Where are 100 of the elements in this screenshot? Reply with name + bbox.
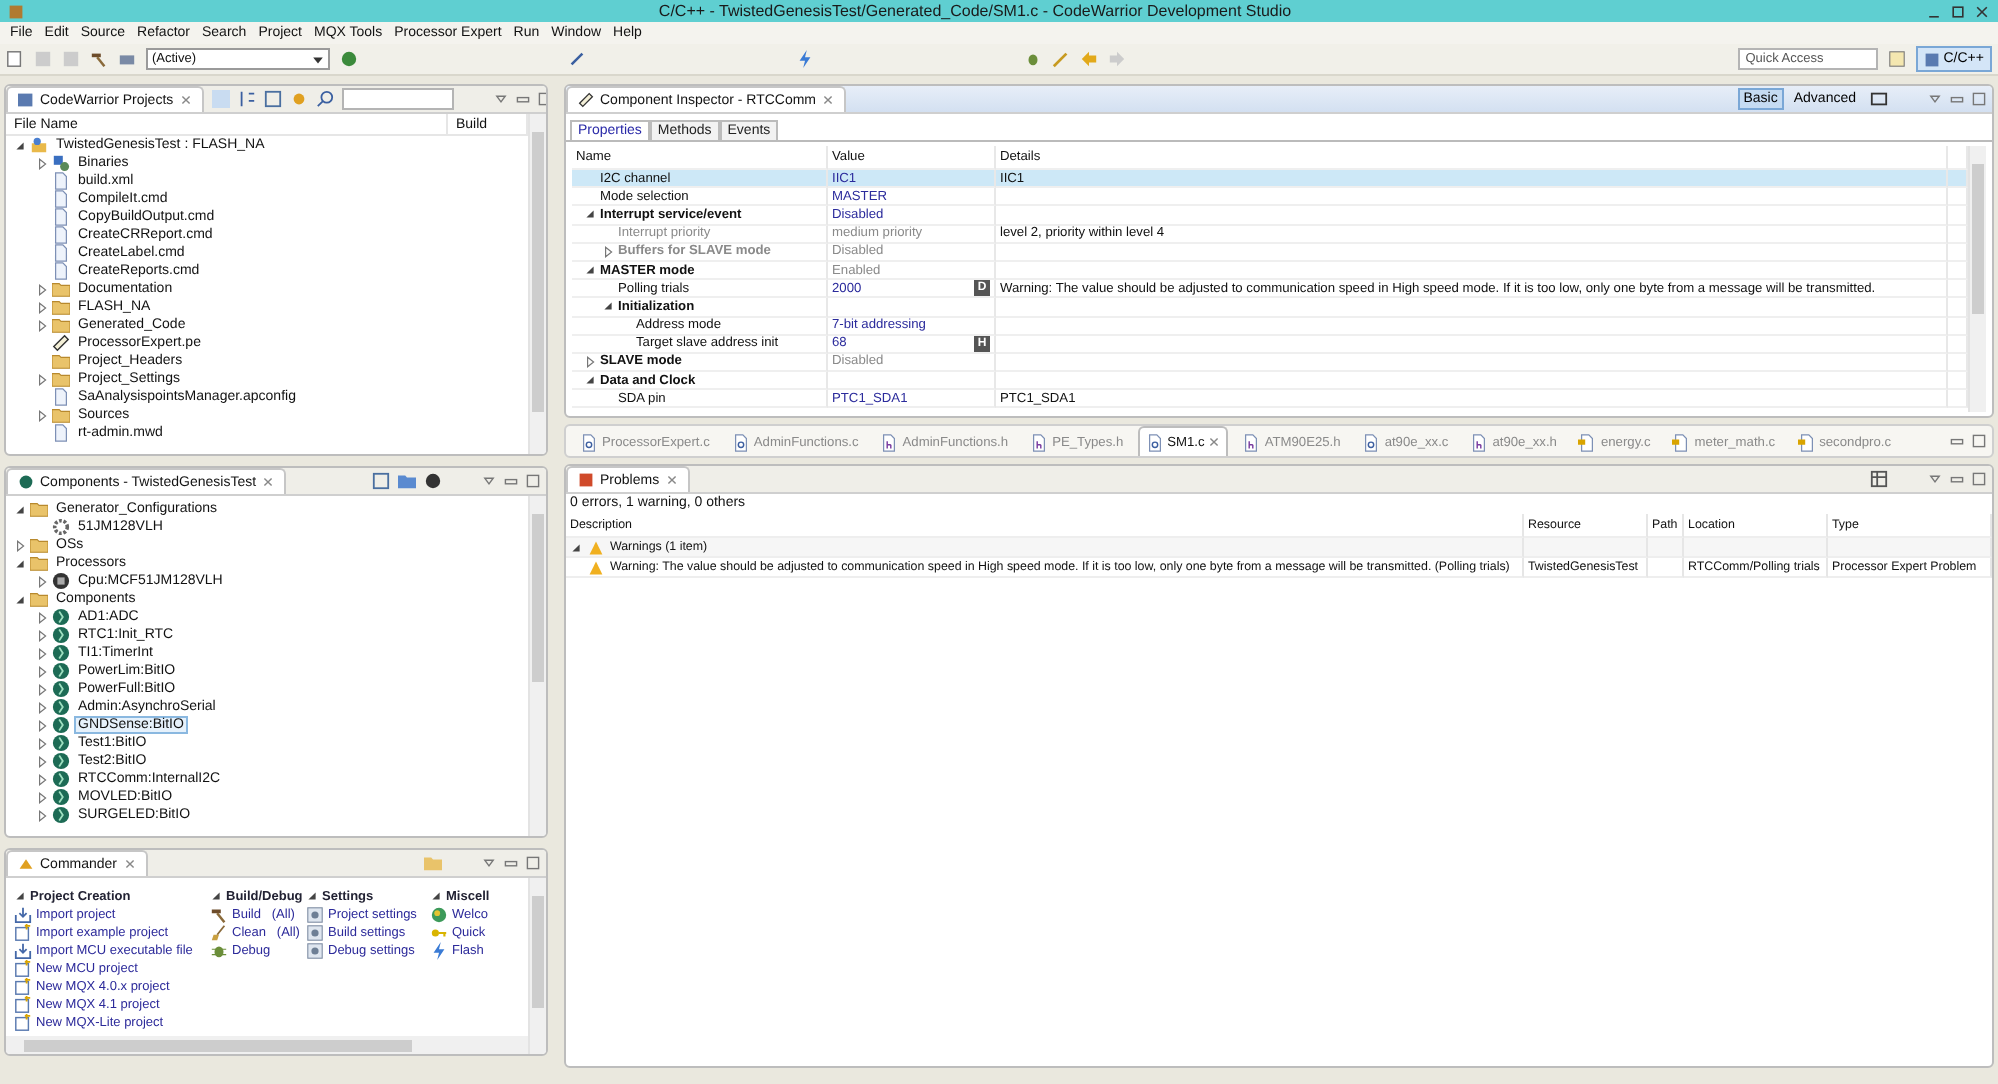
table-cell	[1948, 298, 1968, 317]
view-menu-icon[interactable]	[482, 474, 496, 488]
scrollbar[interactable]	[1968, 146, 1986, 412]
maximize-icon[interactable]	[526, 474, 540, 488]
new-file-icon	[14, 960, 32, 978]
wand-icon[interactable]	[1052, 50, 1071, 68]
table-icon[interactable]	[1870, 470, 1888, 488]
expand-arrow-icon[interactable]	[36, 809, 48, 821]
close-icon[interactable]	[822, 94, 835, 106]
projects-icon	[18, 92, 34, 108]
expand-arrow-icon[interactable]	[36, 773, 48, 785]
pin-icon[interactable]	[568, 50, 587, 68]
new-file-icon	[14, 978, 32, 996]
tray-icon	[14, 906, 32, 924]
scrollbar[interactable]	[528, 496, 546, 836]
view-menu-icon[interactable]	[482, 856, 496, 870]
maximize-icon[interactable]	[1972, 92, 1986, 106]
settings-icon	[306, 942, 324, 960]
expand-arrow-icon[interactable]	[584, 355, 596, 368]
collapse-arrow-icon[interactable]	[14, 503, 26, 515]
expand-arrow-icon[interactable]	[36, 283, 48, 295]
bean-icon	[52, 644, 70, 662]
sort-icon[interactable]	[237, 90, 256, 108]
table-cell	[1648, 538, 1684, 558]
search-icon[interactable]	[315, 90, 334, 108]
close-icon[interactable]	[262, 476, 275, 488]
restore-window-icon[interactable]	[1950, 3, 1966, 19]
view-menu-icon[interactable]	[1928, 92, 1942, 106]
expand-arrow-icon[interactable]	[36, 791, 48, 803]
close-icon[interactable]	[1208, 436, 1221, 448]
lightning-icon[interactable]	[796, 50, 815, 68]
new-file-icon	[14, 924, 32, 942]
close-icon[interactable]	[123, 858, 136, 870]
lightning-icon	[430, 942, 448, 960]
scrollbar[interactable]	[528, 878, 546, 1054]
expand-arrow-icon[interactable]	[36, 647, 48, 659]
filter-field[interactable]	[341, 88, 454, 110]
window-icon[interactable]	[1870, 90, 1888, 108]
expand-arrow-icon[interactable]	[36, 373, 48, 385]
collapse-arrow-icon[interactable]	[584, 264, 596, 277]
close-window-icon[interactable]	[1974, 3, 1990, 19]
ruler-icon	[52, 334, 70, 352]
collapse-arrow-icon[interactable]	[602, 300, 614, 313]
maximize-icon[interactable]	[1972, 472, 1986, 486]
collapse-arrow-icon[interactable]	[306, 890, 318, 902]
collapse-all-icon[interactable]	[372, 472, 390, 490]
expand-arrow-icon[interactable]	[36, 157, 48, 169]
minimize-icon[interactable]	[1950, 472, 1964, 486]
bean-icon	[52, 770, 70, 788]
horizontal-scrollbar[interactable]	[6, 1036, 528, 1054]
minimize-icon[interactable]	[504, 856, 518, 870]
chip-icon[interactable]	[424, 472, 442, 490]
expand-arrow-icon[interactable]	[36, 629, 48, 641]
expand-arrow-icon[interactable]	[36, 719, 48, 731]
new-file-icon[interactable]	[6, 50, 24, 68]
maximize-icon[interactable]	[1972, 434, 1986, 448]
collapse-arrow-icon[interactable]	[14, 139, 26, 151]
expand-arrow-icon[interactable]	[36, 409, 48, 421]
tray-icon	[14, 942, 32, 960]
open-perspective-icon[interactable]	[1887, 50, 1906, 68]
hammer-icon[interactable]	[90, 50, 108, 68]
caret-icon	[312, 53, 324, 65]
collapse-all-icon[interactable]	[263, 90, 282, 108]
expand-arrow-icon[interactable]	[36, 319, 48, 331]
view-menu-icon[interactable]	[493, 92, 508, 106]
expand-arrow-icon[interactable]	[36, 755, 48, 767]
expand-arrow-icon[interactable]	[36, 575, 48, 587]
expand-arrow-icon[interactable]	[36, 665, 48, 677]
collapse-arrow-icon[interactable]	[14, 890, 26, 902]
view-menu-icon[interactable]	[1928, 472, 1942, 486]
minimize-icon[interactable]	[515, 92, 530, 106]
collapse-arrow-icon[interactable]	[570, 541, 582, 553]
printer-icon[interactable]	[118, 50, 136, 68]
table-cell	[1948, 206, 1968, 226]
collapse-arrow-icon[interactable]	[584, 208, 596, 221]
key-icon	[430, 924, 448, 942]
collapse-arrow-icon[interactable]	[14, 593, 26, 605]
h-file-icon	[1030, 433, 1049, 451]
folder-icon[interactable]	[398, 472, 416, 490]
bug-icon[interactable]	[1024, 50, 1043, 68]
expand-arrow-icon[interactable]	[36, 701, 48, 713]
bean-icon	[52, 662, 70, 680]
minimize-icon[interactable]	[1950, 92, 1964, 106]
bean-icon	[52, 626, 70, 644]
expand-arrow-icon[interactable]	[36, 737, 48, 749]
expand-arrow-icon[interactable]	[14, 539, 26, 551]
close-icon[interactable]	[665, 474, 678, 486]
expand-arrow-icon[interactable]	[36, 611, 48, 623]
collapse-arrow-icon[interactable]	[430, 890, 442, 902]
minimize-icon[interactable]	[1950, 434, 1964, 448]
minimize-icon[interactable]	[504, 474, 518, 488]
expand-arrow-icon[interactable]	[36, 301, 48, 313]
close-icon[interactable]	[179, 94, 192, 106]
collapse-arrow-icon[interactable]	[14, 557, 26, 569]
collapse-arrow-icon[interactable]	[584, 374, 596, 387]
expand-arrow-icon[interactable]	[36, 683, 48, 695]
maximize-icon[interactable]	[526, 856, 540, 870]
build-target-icon[interactable]	[340, 50, 358, 68]
scrollbar[interactable]	[528, 114, 546, 454]
collapse-arrow-icon[interactable]	[210, 890, 222, 902]
